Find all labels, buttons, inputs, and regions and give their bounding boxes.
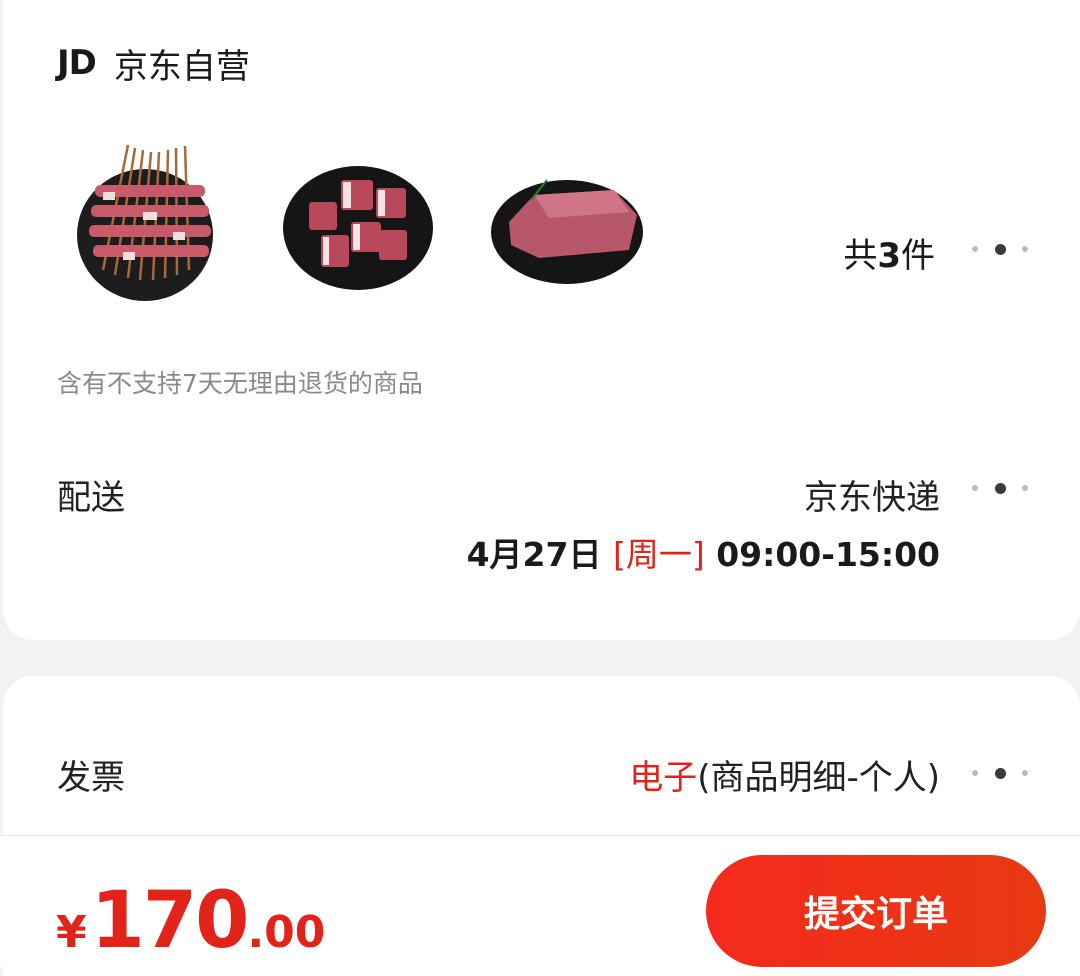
invoice-type: 电子 (629, 758, 698, 798)
item-count[interactable]: 共3件 (843, 228, 935, 277)
delivery-timeslot: 09:00-15:00 (716, 535, 940, 574)
shop-name: 京东自营 (113, 46, 250, 87)
order-card: JD 京东自营 共3件 含有不支持7天无理由退货的商品 配送 京东快递 4月27… (3, 0, 1080, 640)
price-currency: ¥ (56, 907, 87, 958)
price-decimal: .00 (247, 907, 326, 958)
delivery-label: 配送 (57, 478, 125, 518)
more-dots-icon[interactable] (972, 239, 1028, 259)
invoice-label: 发票 (57, 758, 125, 798)
product-thumb-skewers[interactable] (73, 140, 223, 301)
invoice-detail: (商品明细-个人) (697, 758, 940, 798)
checkout-bar: ¥ 170 .00 提交订单 (0, 835, 1080, 967)
shop-header: JD 京东自营 (57, 40, 250, 87)
submit-order-button[interactable]: 提交订单 (706, 855, 1046, 967)
product-thumb-ribs[interactable] (281, 140, 433, 300)
total-price: ¥ 170 .00 (56, 876, 325, 966)
invoice-value[interactable]: 电子(商品明细-个人) (629, 750, 940, 799)
more-dots-icon[interactable] (972, 763, 1028, 783)
delivery-date: 4月27日 (466, 535, 602, 574)
count-number: 3 (877, 236, 901, 276)
count-suffix: 件 (901, 236, 935, 276)
product-thumb-beef[interactable] (489, 140, 643, 300)
delivery-weekday: [周一] (612, 535, 705, 574)
more-dots-icon[interactable] (972, 478, 1028, 498)
delivery-time[interactable]: 4月27日 [周一] 09:00-15:00 (467, 528, 940, 576)
count-prefix: 共 (843, 236, 878, 276)
jd-logo: JD (57, 43, 97, 83)
return-policy-notice: 含有不支持7天无理由退货的商品 (57, 369, 423, 398)
price-integer: 170 (90, 876, 250, 966)
delivery-method[interactable]: 京东快递 (804, 470, 940, 519)
